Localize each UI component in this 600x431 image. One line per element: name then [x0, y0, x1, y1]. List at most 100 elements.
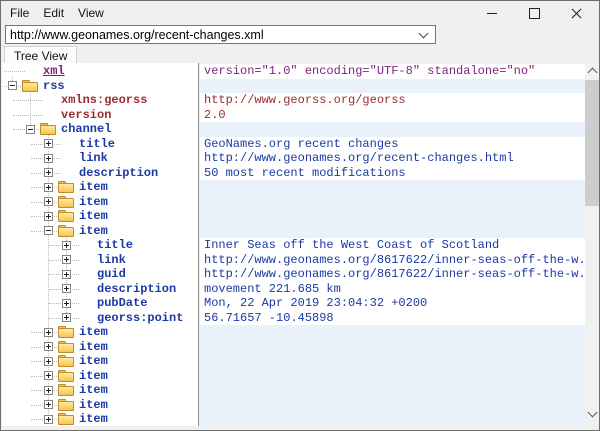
expand-plus-icon[interactable] — [44, 371, 53, 380]
expand-plus-icon[interactable] — [62, 299, 71, 308]
close-button[interactable] — [555, 1, 597, 25]
tree-row: item — [2, 209, 196, 224]
url-input[interactable] — [6, 28, 420, 42]
panel-splitter[interactable] — [196, 63, 199, 427]
value-row[interactable]: Inner Seas off the West Coast of Scotlan… — [200, 238, 585, 253]
xml-declaration-icon — [22, 65, 38, 78]
tree-node-label[interactable]: item — [79, 180, 108, 194]
folder-icon — [22, 80, 38, 93]
value-row — [200, 122, 585, 137]
expand-plus-icon[interactable] — [44, 154, 53, 163]
tree-node-label[interactable]: description — [79, 166, 158, 180]
tree-node-label[interactable]: link — [79, 151, 108, 165]
tree-node-label[interactable]: item — [79, 195, 108, 209]
expand-plus-icon[interactable] — [44, 168, 53, 177]
tree-node-label[interactable]: rss — [43, 79, 65, 93]
tree-node-label[interactable]: title — [97, 238, 133, 252]
expand-plus-icon[interactable] — [44, 415, 53, 424]
tree-row: description — [2, 282, 196, 297]
expand-plus-icon[interactable] — [44, 328, 53, 337]
tree-row: version — [2, 108, 196, 123]
tree-node-label[interactable]: item — [79, 369, 108, 383]
expand-plus-icon[interactable] — [44, 212, 53, 221]
tree-row: channel — [2, 122, 196, 137]
dropdown-chevron-icon[interactable] — [419, 28, 429, 38]
expand-plus-icon[interactable] — [44, 197, 53, 206]
collapse-minus-icon[interactable] — [8, 81, 17, 90]
tree-row: link — [2, 253, 196, 268]
menu-view[interactable]: View — [71, 3, 111, 23]
url-combobox[interactable] — [5, 25, 436, 44]
tree-row: title — [2, 238, 196, 253]
tab-tree-view[interactable]: Tree View — [4, 46, 77, 63]
tree-node-label[interactable]: description — [97, 282, 176, 296]
value-row — [200, 325, 585, 340]
folder-icon — [58, 341, 74, 354]
value-row[interactable]: http://www.geonames.org/recent-changes.h… — [200, 151, 585, 166]
expand-plus-icon[interactable] — [44, 357, 53, 366]
scroll-down-button[interactable] — [585, 405, 599, 421]
value-row — [200, 195, 585, 210]
expand-plus-icon[interactable] — [44, 400, 53, 409]
tree-row: link — [2, 151, 196, 166]
expand-plus-icon[interactable] — [44, 139, 53, 148]
expand-plus-icon[interactable] — [62, 241, 71, 250]
expand-plus-icon[interactable] — [44, 342, 53, 351]
menu-file[interactable]: File — [3, 3, 36, 23]
tree-node-label[interactable]: georss:point — [97, 311, 183, 325]
scroll-up-button[interactable] — [585, 63, 599, 79]
tree-node-label[interactable]: item — [79, 412, 108, 426]
value-row[interactable]: http://www.geonames.org/8617622/inner-se… — [200, 253, 585, 268]
value-row[interactable]: 56.71657 -10.45898 — [200, 311, 585, 326]
tab-strip: Tree View — [4, 46, 77, 63]
tree-node-label[interactable]: item — [79, 325, 108, 339]
tree-node-label[interactable]: item — [79, 354, 108, 368]
collapse-minus-icon[interactable] — [44, 226, 53, 235]
tree-node-label[interactable]: item — [79, 340, 108, 354]
tree-node-label[interactable]: item — [79, 398, 108, 412]
tree-node-label[interactable]: item — [79, 224, 108, 238]
value-row — [200, 354, 585, 369]
value-row[interactable]: movement 221.685 km — [200, 282, 585, 297]
value-row[interactable]: http://www.geonames.org/8617622/inner-se… — [200, 267, 585, 282]
value-row[interactable]: 50 most recent modifications — [200, 166, 585, 181]
element-icon — [76, 253, 92, 266]
element-icon — [58, 166, 74, 179]
window-frame-bottom — [1, 426, 599, 430]
window-controls — [471, 1, 597, 25]
tree-node-label[interactable]: title — [79, 137, 115, 151]
expand-plus-icon[interactable] — [62, 284, 71, 293]
scrollbar-thumb[interactable] — [585, 80, 599, 206]
value-row[interactable]: GeoNames.org recent changes — [200, 137, 585, 152]
minimize-button[interactable] — [471, 1, 513, 25]
tree-node-label[interactable]: pubDate — [97, 296, 147, 310]
tree-node-label[interactable]: item — [79, 383, 108, 397]
expand-plus-icon[interactable] — [44, 386, 53, 395]
value-row[interactable]: 2.0 — [200, 108, 585, 123]
tree-node-label[interactable]: link — [97, 253, 126, 267]
value-row[interactable]: version="1.0" encoding="UTF-8" standalon… — [200, 64, 585, 79]
tree-node-label[interactable]: xml — [43, 64, 65, 78]
folder-icon — [40, 123, 56, 136]
tree-row: item — [2, 354, 196, 369]
expand-plus-icon[interactable] — [62, 313, 71, 322]
tree-node-label[interactable]: channel — [61, 122, 111, 136]
collapse-minus-icon[interactable] — [26, 125, 35, 134]
expand-plus-icon[interactable] — [44, 183, 53, 192]
value-row[interactable]: Mon, 22 Apr 2019 23:04:32 +0200 — [200, 296, 585, 311]
tree-node-label[interactable]: item — [79, 209, 108, 223]
tree-row: georss:point — [2, 311, 196, 326]
folder-icon — [58, 196, 74, 209]
tree-node-label[interactable]: xmlns:georss — [61, 93, 147, 107]
vertical-scrollbar[interactable] — [585, 63, 599, 421]
maximize-button[interactable] — [513, 1, 555, 25]
menu-edit[interactable]: Edit — [36, 3, 71, 23]
tree-node-label[interactable]: version — [61, 108, 111, 122]
expand-plus-icon[interactable] — [62, 255, 71, 264]
tree-row: item — [2, 340, 196, 355]
expand-plus-icon[interactable] — [62, 270, 71, 279]
tree-node-label[interactable]: guid — [97, 267, 126, 281]
tree-row: item — [2, 383, 196, 398]
maximize-icon — [529, 8, 540, 19]
value-row[interactable]: http://www.georss.org/georss — [200, 93, 585, 108]
